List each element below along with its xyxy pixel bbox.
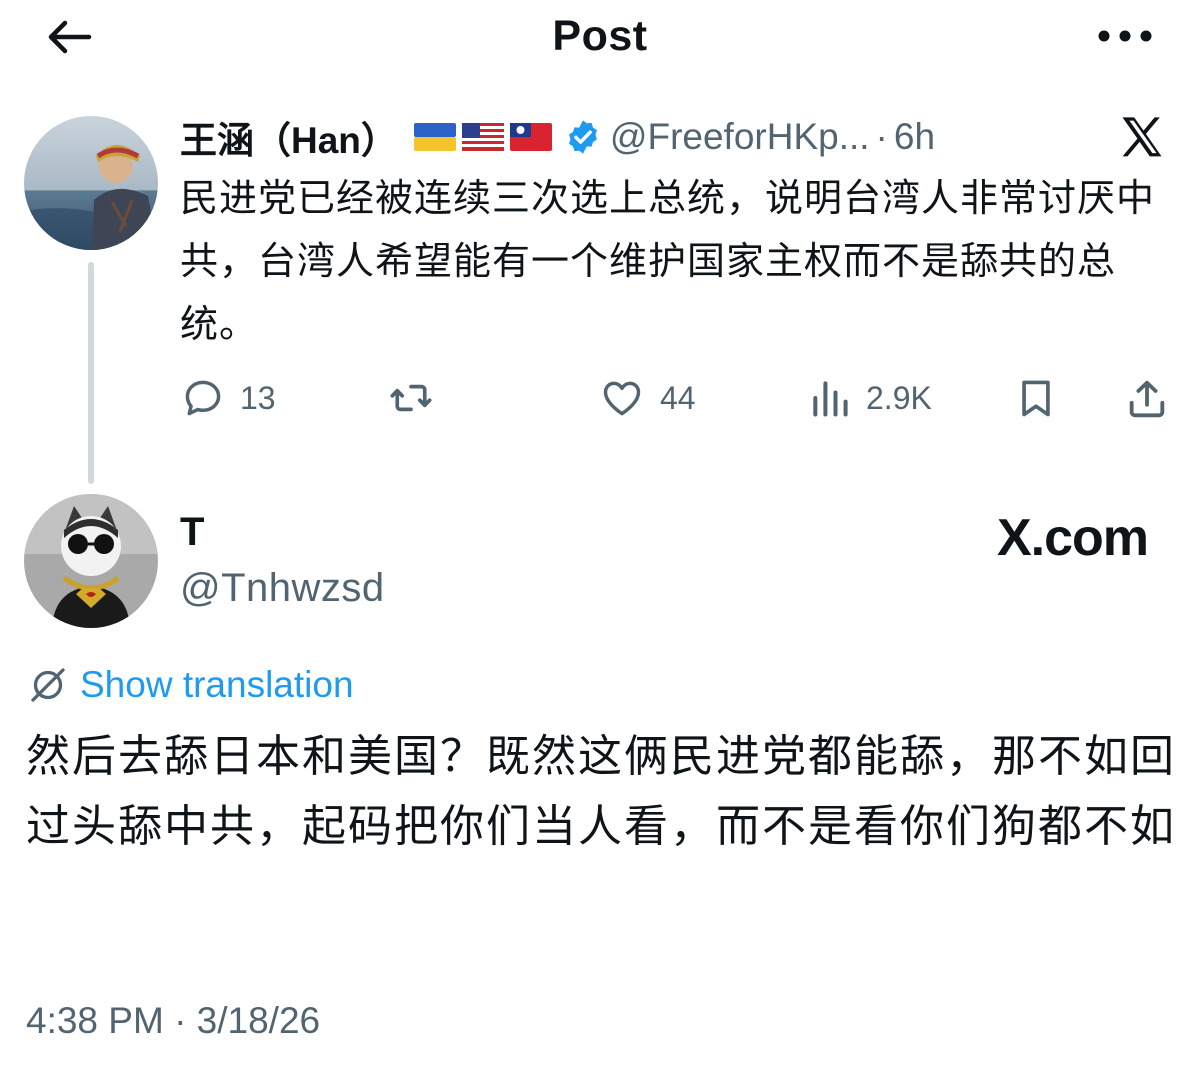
verified-badge[interactable]	[564, 118, 602, 156]
translate-icon	[31, 668, 65, 702]
share-icon	[1129, 380, 1165, 418]
views-count: 2.9K	[866, 379, 932, 416]
views-button[interactable]: 2.9K	[808, 376, 932, 420]
more-options-button[interactable]	[1090, 14, 1160, 58]
reply-button[interactable]: 13	[180, 376, 276, 420]
more-horizontal-icon	[1098, 30, 1152, 42]
parent-author-name[interactable]: 王涵（Han）	[180, 110, 398, 164]
parent-author-avatar[interactable]	[24, 116, 158, 250]
verified-badge-icon	[568, 120, 597, 154]
heart-icon	[603, 381, 641, 416]
usa-flag-icon	[461, 123, 504, 151]
top-navigation-bar: Post	[0, 0, 1200, 80]
x-logo-icon	[1122, 117, 1162, 157]
bookmark-button[interactable]	[1014, 376, 1058, 420]
reply-author-avatar[interactable]	[24, 494, 158, 628]
header-separator: ·	[875, 116, 888, 157]
reply-timestamp[interactable]: 4:38 PM · 3/18/26	[26, 1000, 320, 1042]
parent-post-header: 王涵（Han） @FreeforHKp... · 6h	[180, 112, 935, 162]
repost-icon	[390, 384, 432, 412]
views-chart-icon	[813, 381, 848, 417]
reply-author-name[interactable]: T	[180, 510, 204, 555]
ukraine-flag-icon	[413, 123, 456, 151]
reply-author-handle[interactable]: @Tnhwzsd	[180, 566, 385, 611]
like-button[interactable]: 44	[598, 376, 696, 420]
bookmark-icon	[1022, 380, 1050, 417]
reply-icon	[185, 380, 221, 416]
show-translation-label: Show translation	[80, 664, 354, 705]
share-button[interactable]	[1124, 376, 1170, 422]
repost-button[interactable]	[386, 376, 436, 420]
flag-emojis	[408, 123, 552, 151]
parent-post-text: 民进党已经被连续三次选上总统，说明台湾人非常讨厌中共，台湾人希望能有一个维护国家…	[180, 178, 1156, 346]
x-com-brand: X.com	[996, 508, 1149, 568]
like-count: 44	[660, 379, 696, 416]
reply-count: 13	[240, 379, 276, 416]
parent-post-time[interactable]: 6h	[894, 116, 935, 158]
thread-connector-line	[88, 262, 94, 484]
reply-post-text: 然后去舔日本和美国？既然这俩民进党都能舔，那不如回过头舔中共，起码把你们当人看，…	[26, 732, 1176, 851]
page-title: Post	[552, 12, 648, 60]
x-com-label: X.com	[996, 509, 1149, 567]
show-translation-link[interactable]: Show translation	[28, 664, 354, 706]
taiwan-flag-icon	[509, 123, 552, 151]
parent-author-handle[interactable]: @FreeforHKp...	[610, 116, 870, 158]
post-action-bar: 13 44 2.9K	[180, 370, 1170, 430]
